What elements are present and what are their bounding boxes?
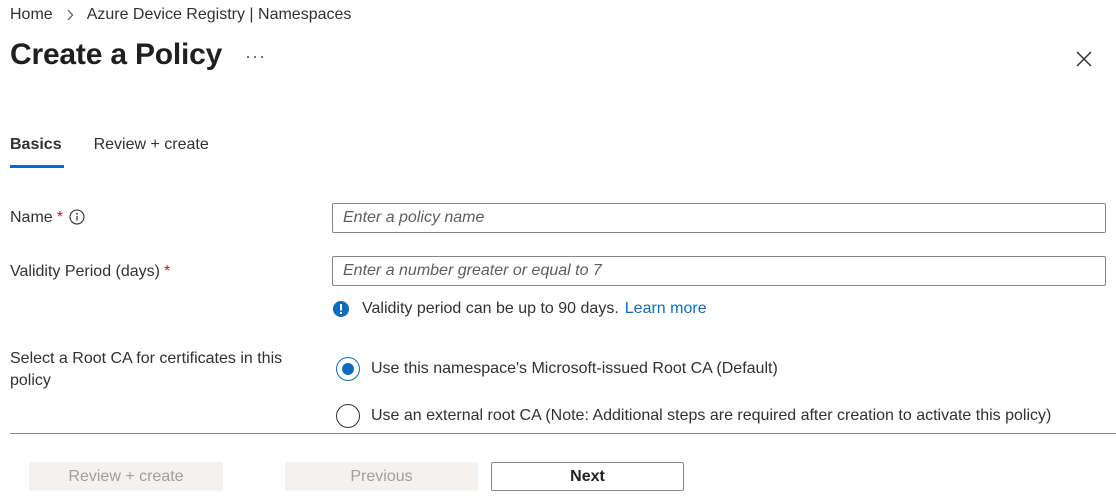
name-label-text: Name <box>10 209 53 226</box>
radio-button-unselected[interactable] <box>336 404 360 428</box>
breadcrumb: Home Azure Device Registry | Namespaces <box>10 6 351 24</box>
radio-button-selected[interactable] <box>336 357 360 381</box>
next-button[interactable]: Next <box>491 462 684 491</box>
required-asterisk: * <box>163 263 171 280</box>
tab-basics[interactable]: Basics <box>10 136 64 168</box>
review-create-button[interactable]: Review + create <box>29 462 223 491</box>
breadcrumb-namespaces-link[interactable]: Azure Device Registry | Namespaces <box>87 6 352 24</box>
radio-option-label: Use this namespace's Microsoft-issued Ro… <box>371 360 778 377</box>
validity-period-input[interactable] <box>332 256 1106 286</box>
chevron-right-icon <box>65 8 75 22</box>
validity-period-label-text: Validity Period (days) <box>10 263 160 280</box>
tab-bar: Basics Review + create <box>10 136 241 168</box>
required-asterisk: * <box>56 209 63 226</box>
info-filled-icon <box>332 300 350 318</box>
previous-button[interactable]: Previous <box>285 462 478 491</box>
radio-option-external-root-ca[interactable]: Use an external root CA (Note: Additiona… <box>336 404 1051 428</box>
radio-option-label: Use an external root CA (Note: Additiona… <box>371 407 1052 424</box>
breadcrumb-home-link[interactable]: Home <box>10 6 53 24</box>
validity-info-text: Validity period can be up to 90 days. <box>362 300 619 317</box>
learn-more-link[interactable]: Learn more <box>625 300 707 318</box>
policy-name-input[interactable] <box>332 203 1106 233</box>
footer-divider <box>10 433 1116 434</box>
validity-period-label: Validity Period (days) * <box>10 261 170 283</box>
validity-info-message: Validity period can be up to 90 days. Le… <box>332 300 707 318</box>
close-icon[interactable] <box>1074 49 1094 69</box>
more-options-icon[interactable]: ··· <box>245 46 266 67</box>
info-icon[interactable] <box>69 209 85 225</box>
radio-option-microsoft-root-ca[interactable]: Use this namespace's Microsoft-issued Ro… <box>336 357 778 381</box>
page-title: Create a Policy <box>10 38 223 71</box>
name-label: Name * <box>10 207 85 229</box>
tab-review-create[interactable]: Review + create <box>94 136 209 166</box>
root-ca-label: Select a Root CA for certificates in thi… <box>10 350 283 389</box>
